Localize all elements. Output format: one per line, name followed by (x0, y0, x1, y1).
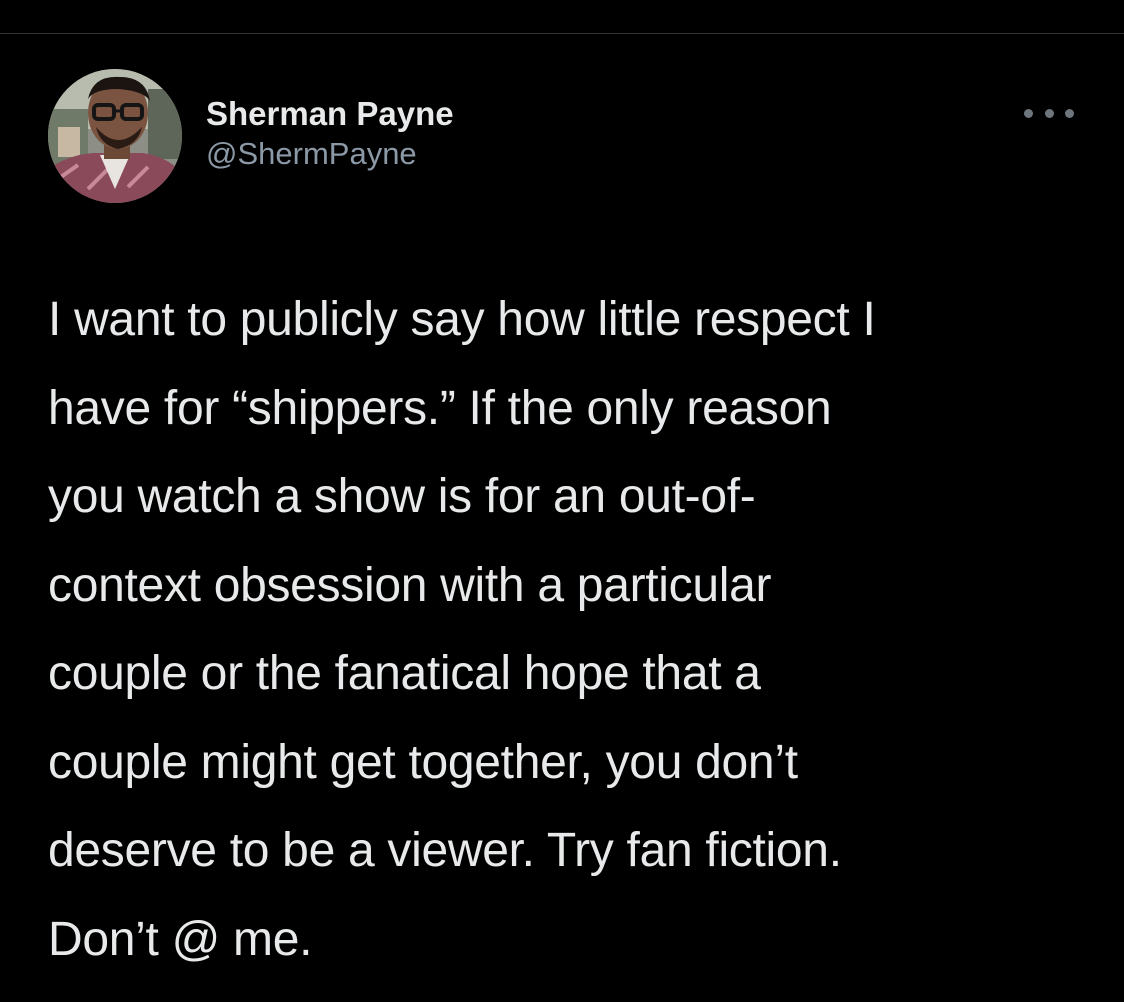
tweet-text: I want to publicly say how little respec… (48, 276, 1088, 984)
more-options-button[interactable] (1024, 98, 1074, 128)
tweet-text-line: I want to publicly say how little respec… (48, 293, 876, 346)
avatar-image (48, 69, 182, 203)
author-handle[interactable]: @ShermPayne (206, 134, 454, 174)
ellipsis-icon (1044, 108, 1054, 118)
tweet-text-line: you watch a show is for an out-of- (48, 470, 756, 523)
tweet-text-line: couple might get together, you don’t (48, 735, 798, 789)
tweet-text-line: couple or the fanatical hope that a (48, 647, 761, 700)
tweet-text-line: have for “shippers.” If the only reason (48, 381, 832, 435)
avatar[interactable] (48, 69, 182, 203)
ellipsis-icon (1065, 108, 1074, 118)
author-display-name[interactable]: Sherman Payne (206, 94, 454, 134)
ellipsis-icon (1024, 108, 1033, 118)
author-block: Sherman Payne @ShermPayne (206, 94, 454, 174)
tweet-text-line: context obsession with a particular (48, 558, 772, 612)
tweet: Sherman Payne @ShermPayne I want to publ… (0, 34, 1124, 1002)
tweet-text-line: deserve to be a viewer. Try fan fiction. (48, 824, 842, 877)
tweet-text-line: Don’t @ me. (48, 912, 313, 966)
